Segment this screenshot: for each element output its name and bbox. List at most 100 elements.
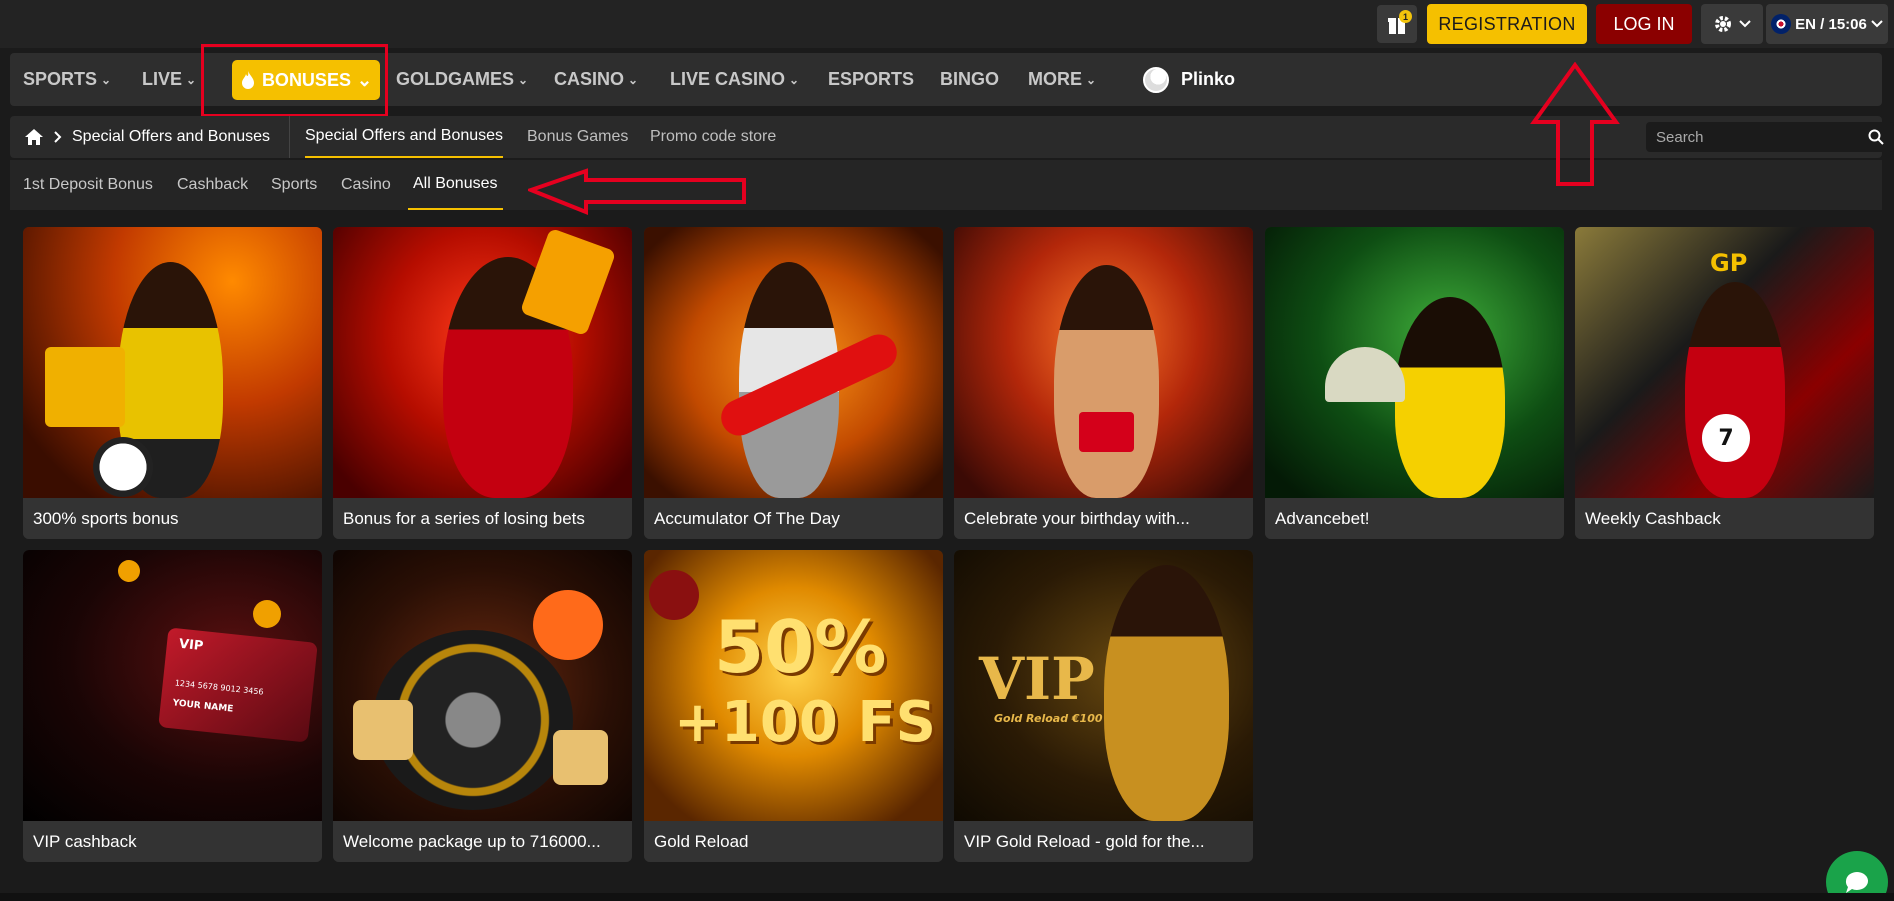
bonus-card-advancebet[interactable]: Advancebet! xyxy=(1265,227,1564,539)
filter-cashback[interactable]: Cashback xyxy=(177,160,248,210)
cash-fan-image xyxy=(1325,347,1405,402)
gold-reload-free-spins: +100 FS xyxy=(674,690,936,755)
gift-box-image xyxy=(45,347,125,427)
nav-live-casino-label: LIVE CASINO xyxy=(670,69,786,89)
vip-gold-logo: VIP xyxy=(979,645,1095,713)
nav-more-label: MORE xyxy=(1028,69,1082,89)
nav-goldgames[interactable]: GOLDGAMES ⌄ xyxy=(396,53,528,106)
woman-figure xyxy=(1395,297,1505,498)
bonus-card-title: Accumulator Of The Day xyxy=(644,498,943,539)
home-icon[interactable] xyxy=(24,128,44,146)
nav-bingo-label: BINGO xyxy=(940,69,1000,89)
search-input[interactable]: Search xyxy=(1646,122,1894,152)
uk-flag-icon xyxy=(1771,14,1792,34)
registration-button[interactable]: REGISTRATION xyxy=(1427,4,1587,44)
vip-card-label: VIP xyxy=(178,636,205,655)
nav-live[interactable]: LIVE ⌄ xyxy=(142,53,196,106)
soccer-ball-image xyxy=(93,437,153,497)
dice-image xyxy=(553,730,608,785)
filter-all-bonuses[interactable]: All Bonuses xyxy=(408,160,503,210)
search-placeholder: Search xyxy=(1656,128,1704,146)
bonus-card-image xyxy=(333,227,632,498)
bonus-card-image xyxy=(644,227,943,498)
chevron-down-icon: ⌄ xyxy=(789,72,800,87)
bonus-card-title: Celebrate your birthday with... xyxy=(954,498,1253,539)
language-time-label: EN / 15:06 xyxy=(1795,15,1867,33)
login-button[interactable]: LOG IN xyxy=(1596,4,1692,44)
nav-bingo[interactable]: BINGO xyxy=(940,53,999,106)
bonus-card-title: Bonus for a series of losing bets xyxy=(333,498,632,539)
bonus-card-image: 50% +100 FS xyxy=(644,550,943,821)
tab-special-offers[interactable]: Special Offers and Bonuses xyxy=(305,116,504,158)
vip-card-image: VIP 1234 5678 9012 3456 YOUR NAME xyxy=(158,627,318,743)
bonus-card-vip-gold-reload[interactable]: VIP Gold Reload €100 VIP Gold Reload - g… xyxy=(954,550,1253,862)
nav-esports[interactable]: ESPORTS xyxy=(828,53,914,106)
bonus-card-title: VIP Gold Reload - gold for the... xyxy=(954,821,1253,862)
filter-sports[interactable]: Sports xyxy=(271,160,317,210)
chat-icon xyxy=(1845,871,1868,893)
chip-image xyxy=(533,590,603,660)
bonus-card-title: Welcome package up to 716000... xyxy=(333,821,632,862)
chevron-down-icon: ⌄ xyxy=(186,72,197,87)
gift-box-image xyxy=(1079,412,1134,452)
chevron-down-icon xyxy=(1739,20,1751,28)
tab-bonus-games[interactable]: Bonus Games xyxy=(527,116,628,158)
chevron-down-icon xyxy=(1871,20,1883,28)
language-time-button[interactable]: EN / 15:06 xyxy=(1766,4,1888,44)
tab-promo-code-store[interactable]: Promo code store xyxy=(650,116,776,158)
bonus-card-title: Weekly Cashback xyxy=(1575,498,1874,539)
bonus-card-300-sports[interactable]: 300% sports bonus xyxy=(23,227,322,539)
nav-plinko[interactable]: Plinko xyxy=(1143,53,1235,106)
chevron-right-icon xyxy=(54,131,62,143)
calendar-icon: 7 xyxy=(1698,410,1754,466)
nav-sports[interactable]: SPORTS ⌄ xyxy=(23,53,111,106)
gear-icon xyxy=(1715,16,1731,32)
vip-gold-sub: Gold Reload €100 xyxy=(994,712,1103,725)
gold-reload-percent: 50% xyxy=(714,605,887,689)
gp-logo: GP xyxy=(1710,249,1748,277)
filter-1st-deposit[interactable]: 1st Deposit Bonus xyxy=(23,160,153,210)
bonus-card-losing-bets[interactable]: Bonus for a series of losing bets xyxy=(333,227,632,539)
bonus-card-gold-reload[interactable]: 50% +100 FS Gold Reload xyxy=(644,550,943,862)
nav-esports-label: ESPORTS xyxy=(828,69,915,89)
coin-image xyxy=(118,560,140,582)
settings-button[interactable] xyxy=(1701,4,1763,44)
bonus-card-image: VIP Gold Reload €100 xyxy=(954,550,1253,821)
bonus-card-title: Advancebet! xyxy=(1265,498,1564,539)
nav-plinko-label: Plinko xyxy=(1181,69,1236,89)
chevron-down-icon: ⌄ xyxy=(101,72,112,87)
plinko-ball-icon xyxy=(1143,66,1169,93)
vip-card-name: YOUR NAME xyxy=(172,698,234,715)
calendar-day: 7 xyxy=(1718,425,1734,451)
chevron-down-icon: ⌄ xyxy=(628,72,639,87)
nav-live-casino[interactable]: LIVE CASINO ⌄ xyxy=(670,53,799,106)
annotation-arrow-left xyxy=(528,168,746,215)
nav-goldgames-label: GOLDGAMES xyxy=(396,69,515,89)
bonus-card-vip-cashback[interactable]: VIP 1234 5678 9012 3456 YOUR NAME VIP ca… xyxy=(23,550,322,862)
search-icon[interactable] xyxy=(1868,129,1884,145)
bonus-card-image: GP 7 xyxy=(1575,227,1874,498)
gift-count-badge: 1 xyxy=(1399,10,1412,23)
dice-image xyxy=(353,700,413,760)
bonus-card-birthday[interactable]: Celebrate your birthday with... xyxy=(954,227,1253,539)
bonus-card-image xyxy=(1265,227,1564,498)
gift-button[interactable]: 1 xyxy=(1377,5,1417,43)
nav-more[interactable]: MORE ⌄ xyxy=(1028,53,1096,106)
annotation-box-bonuses xyxy=(201,44,388,117)
coin-image xyxy=(253,600,281,628)
page: 1 REGISTRATION LOG IN EN / 15:06 SPORTS ⌄… xyxy=(0,0,1894,901)
bonus-card-accumulator[interactable]: Accumulator Of The Day xyxy=(644,227,943,539)
nav-casino[interactable]: CASINO ⌄ xyxy=(554,53,638,106)
bonus-card-image xyxy=(23,227,322,498)
bonus-card-weekly-cashback[interactable]: GP 7 Weekly Cashback xyxy=(1575,227,1874,539)
breadcrumb: Special Offers and Bonuses xyxy=(10,116,290,158)
woman-figure xyxy=(1104,565,1229,821)
bonus-card-welcome-package[interactable]: Welcome package up to 716000... xyxy=(333,550,632,862)
woman-figure xyxy=(1685,282,1785,498)
chevron-down-icon: ⌄ xyxy=(1086,72,1097,87)
filter-casino[interactable]: Casino xyxy=(341,160,391,210)
chevron-down-icon: ⌄ xyxy=(518,72,529,87)
breadcrumb-current: Special Offers and Bonuses xyxy=(72,128,271,145)
nav-live-label: LIVE xyxy=(142,69,183,89)
bonus-card-title: VIP cashback xyxy=(23,821,322,862)
